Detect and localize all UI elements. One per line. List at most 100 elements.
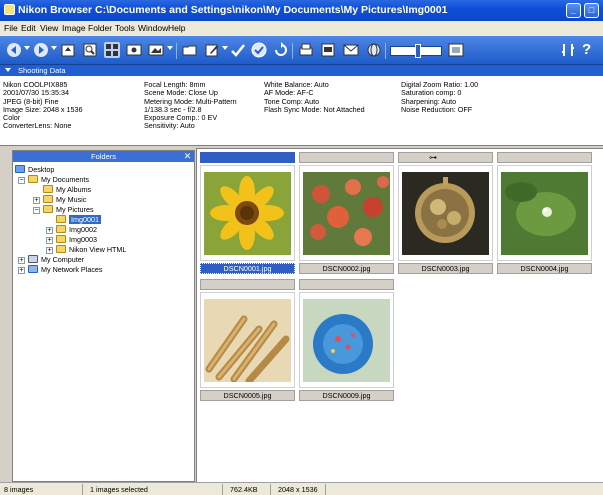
- tree-label: Nikon View HTML: [69, 245, 127, 254]
- thumbnail-image-blue-flower[interactable]: [299, 292, 394, 388]
- folder-icon: [56, 215, 66, 223]
- view-dropdown-icon[interactable]: [167, 46, 173, 50]
- desktop-icon: [15, 165, 25, 173]
- selection-count: 1 images selected: [90, 485, 148, 494]
- thumbnail-grid: DSCN0001.jpg DSCN0002.jpg ⊶ DSCN0003.jpg: [196, 148, 603, 482]
- thumbnail-header: ⊶: [398, 152, 493, 163]
- folder-icon: [43, 205, 53, 213]
- open-folder-icon[interactable]: [182, 42, 198, 58]
- thumbnail-cell[interactable]: ⊶ DSCN0003.jpg: [398, 152, 493, 276]
- window-title: Nikon Browser C:\Documents and Settings\…: [18, 4, 448, 16]
- thumbnail-cell[interactable]: DSCN0001.jpg: [200, 152, 295, 276]
- thumbnail-view-icon[interactable]: [104, 42, 120, 58]
- thumbnail-image-flowers[interactable]: [299, 165, 394, 261]
- menu-folder[interactable]: Folder: [88, 23, 112, 33]
- thumbnail-filename: DSCN0005.jpg: [200, 390, 295, 401]
- album-icon[interactable]: [320, 42, 336, 58]
- tree-label-selected: Img0001: [69, 215, 101, 224]
- folder-icon: [56, 225, 66, 233]
- tree-label: My Albums: [56, 185, 92, 194]
- menu-window[interactable]: Window: [138, 23, 168, 33]
- menu-view[interactable]: View: [40, 23, 58, 33]
- shooting-data-header[interactable]: Shooting Data: [0, 65, 603, 76]
- help-icon[interactable]: ?: [582, 42, 598, 58]
- tree-item-img0002[interactable]: Img0002: [56, 225, 97, 235]
- thumbnail-header: [200, 152, 295, 163]
- thumbnail-image-wheat[interactable]: [200, 292, 295, 388]
- rotate-icon[interactable]: [273, 42, 289, 58]
- menu-edit[interactable]: Edit: [21, 23, 36, 33]
- large-thumbnail-icon[interactable]: [448, 42, 464, 58]
- folders-header: Folders ✕: [13, 151, 194, 162]
- menu-file[interactable]: File: [4, 23, 18, 33]
- protect-icon[interactable]: [251, 42, 267, 58]
- search-icon[interactable]: [82, 42, 98, 58]
- shooting-col-1: Nikon COOLPIX885 2001/07/30 15:35:34 JPE…: [3, 80, 83, 131]
- image-dimensions: 2048 x 1536: [278, 485, 318, 494]
- expand-icon[interactable]: +: [33, 197, 40, 204]
- expand-icon[interactable]: +: [18, 267, 25, 274]
- key-icon: ⊶: [429, 153, 437, 162]
- back-icon[interactable]: [6, 42, 22, 58]
- thumbnail-cell[interactable]: DSCN0009.jpg: [299, 279, 394, 403]
- tree-item-my-pictures[interactable]: My Pictures: [43, 205, 94, 215]
- thumbnail-image-pocket-watch[interactable]: [398, 165, 493, 261]
- tree-label: Desktop: [28, 165, 55, 174]
- edit-dropdown-icon[interactable]: [222, 46, 228, 50]
- tree-item-desktop[interactable]: Desktop: [15, 165, 54, 175]
- menu-image[interactable]: Image: [62, 23, 86, 33]
- sensitivity: Sensitivity: Auto: [144, 121, 195, 131]
- slider-thumb[interactable]: [415, 44, 421, 58]
- shooting-col-4: Digital Zoom Ratio: 1.00 Saturation comp…: [401, 80, 478, 114]
- expand-icon[interactable]: +: [18, 257, 25, 264]
- checkmark-icon[interactable]: [230, 42, 246, 58]
- folder-icon: [43, 195, 53, 203]
- thumbnail-cell[interactable]: DSCN0005.jpg: [200, 279, 295, 403]
- expand-icon[interactable]: +: [46, 227, 53, 234]
- thumbnail-image-sunflower[interactable]: [200, 165, 295, 261]
- thumbnail-filename: DSCN0003.jpg: [398, 263, 493, 274]
- tree-item-nikon-view-html[interactable]: Nikon View HTML: [56, 245, 126, 255]
- mail-icon[interactable]: [343, 42, 359, 58]
- forward-icon[interactable]: [33, 42, 49, 58]
- collapse-arrow-icon[interactable]: [5, 68, 11, 72]
- preview-icon[interactable]: [126, 42, 142, 58]
- collapse-icon[interactable]: −: [18, 177, 25, 184]
- tree-item-my-albums[interactable]: My Albums: [43, 185, 91, 195]
- thumbnail-image-leaf[interactable]: [497, 165, 592, 261]
- forward-dropdown-icon[interactable]: [51, 46, 57, 50]
- expand-icon[interactable]: +: [46, 237, 53, 244]
- thumbnail-cell[interactable]: DSCN0002.jpg: [299, 152, 394, 276]
- back-dropdown-icon[interactable]: [24, 46, 30, 50]
- print-icon[interactable]: [298, 42, 314, 58]
- close-icon[interactable]: ✕: [183, 151, 192, 161]
- expand-icon[interactable]: +: [46, 247, 53, 254]
- slideshow-icon[interactable]: [148, 42, 164, 58]
- menu-help[interactable]: Help: [168, 23, 185, 33]
- flash-sync-mode: Flash Sync Mode: Not Attached: [264, 104, 365, 114]
- tree-item-my-music[interactable]: My Music: [43, 195, 86, 205]
- thumbnail-size-slider[interactable]: [390, 44, 442, 58]
- up-folder-icon[interactable]: [60, 42, 76, 58]
- web-icon[interactable]: [366, 42, 382, 58]
- thumbnail-header: [299, 279, 394, 290]
- tree-label: My Documents: [41, 175, 89, 184]
- status-bar: 8 images 1 images selected 762.4KB 2048 …: [0, 482, 603, 495]
- tree-item-img0001[interactable]: Img0001: [56, 215, 101, 225]
- maximize-button[interactable]: □: [584, 3, 599, 18]
- tree-item-img0003[interactable]: Img0003: [56, 235, 97, 245]
- tree-item-my-documents[interactable]: My Documents: [28, 175, 89, 185]
- tree-item-my-computer[interactable]: My Computer: [28, 255, 84, 265]
- minimize-button[interactable]: _: [566, 3, 581, 18]
- thumbnail-cell[interactable]: DSCN0004.jpg: [497, 152, 592, 276]
- menu-tools[interactable]: Tools: [115, 23, 135, 33]
- collapse-icon[interactable]: −: [33, 207, 40, 214]
- tree-item-my-network-places[interactable]: My Network Places: [28, 265, 103, 275]
- folder-icon: [56, 235, 66, 243]
- edit-icon[interactable]: [204, 42, 220, 58]
- toolbar: ?: [0, 36, 603, 65]
- image-count: 8 images: [4, 485, 34, 494]
- shooting-data-panel: Nikon COOLPIX885 2001/07/30 15:35:34 JPE…: [0, 76, 603, 146]
- settings-icon[interactable]: [560, 42, 576, 58]
- thumbnail-filename: DSCN0009.jpg: [299, 390, 394, 401]
